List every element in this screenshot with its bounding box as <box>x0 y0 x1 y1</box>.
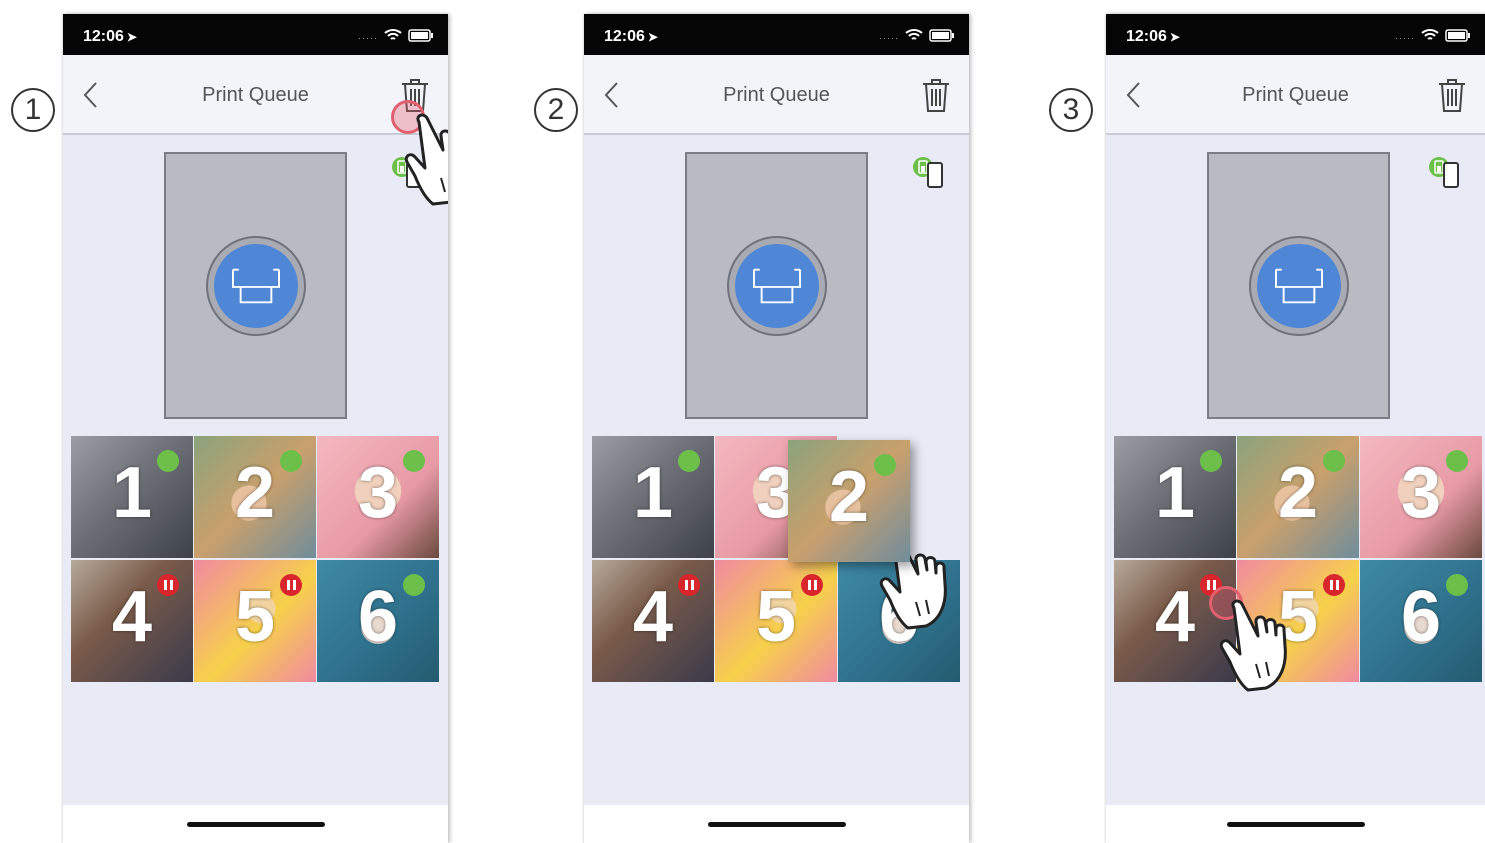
home-indicator <box>63 805 448 843</box>
signal-icon: ····· <box>1395 32 1415 43</box>
photo-tile-5[interactable]: 5 <box>194 560 316 682</box>
ready-status-icon <box>403 450 425 472</box>
photo-tile-1[interactable]: 1 <box>592 436 714 558</box>
photo-tile-4[interactable]: 4 <box>592 560 714 682</box>
page-title: Print Queue <box>202 84 309 106</box>
nav-bar: Print Queue <box>63 55 448 135</box>
photo-tile-2[interactable]: 2 <box>1237 436 1359 558</box>
home-indicator <box>1106 805 1485 843</box>
status-icons: ····· <box>879 28 955 47</box>
ready-status-icon <box>1323 450 1345 472</box>
ready-status-icon <box>874 454 896 476</box>
battery-status-icon <box>408 28 434 47</box>
step-badge-3: 3 <box>1049 88 1093 132</box>
pause-icon[interactable] <box>157 574 179 596</box>
ready-status-icon <box>157 450 179 472</box>
photo-tile-5[interactable]: 5 <box>1237 560 1359 682</box>
home-bar <box>707 822 846 827</box>
trash-icon[interactable] <box>1437 77 1467 113</box>
pause-icon[interactable] <box>1323 574 1345 596</box>
ready-status-icon <box>678 450 700 472</box>
photo-queue-grid: 123 456 <box>1114 436 1483 682</box>
home-bar <box>1226 822 1365 827</box>
photo-tile-3[interactable]: 3 <box>317 436 439 558</box>
tap-indicator <box>1209 586 1243 620</box>
ready-status-icon <box>1446 574 1468 596</box>
battery-status-icon <box>1445 28 1471 47</box>
print-button[interactable] <box>1249 236 1349 336</box>
signal-icon: ····· <box>358 32 378 43</box>
photo-tile-6[interactable]: 6 <box>1360 560 1482 682</box>
status-bar: 12:06 ➤ ····· <box>584 14 969 55</box>
print-preview-frame <box>164 152 347 419</box>
ready-status-icon <box>1446 450 1468 472</box>
printer-battery-icon <box>911 154 947 190</box>
photo-tile-6[interactable]: 6 <box>838 560 960 682</box>
step-badge-1: 1 <box>11 88 55 132</box>
photo-tile-3[interactable]: 3 <box>1360 436 1482 558</box>
print-preview-frame <box>685 152 868 419</box>
pause-icon[interactable] <box>678 574 700 596</box>
signal-icon: ····· <box>879 32 899 43</box>
photo-tile-5[interactable]: 5 <box>715 560 837 682</box>
ready-status-icon <box>403 574 425 596</box>
page-title: Print Queue <box>723 84 830 106</box>
status-time: 12:06 ➤ <box>83 28 137 45</box>
photo-queue-grid: 123 456 <box>71 436 440 682</box>
location-arrow-icon: ➤ <box>126 30 137 44</box>
print-preview-frame <box>1207 152 1390 419</box>
trash-icon[interactable] <box>921 77 951 113</box>
printer-icon <box>735 244 819 328</box>
phone-screen-step-3: 12:06 ➤ ····· Print Queue 1 2 3 4 5 6 <box>1106 14 1485 843</box>
printer-battery-icon <box>390 154 426 190</box>
status-icons: ····· <box>358 28 434 47</box>
print-button[interactable] <box>727 236 827 336</box>
photo-tile-1[interactable]: 1 <box>71 436 193 558</box>
status-bar: 12:06 ➤ ····· <box>1106 14 1485 55</box>
pause-icon[interactable] <box>280 574 302 596</box>
photo-tile-6[interactable]: 6 <box>317 560 439 682</box>
print-button[interactable] <box>206 236 306 336</box>
home-bar <box>186 822 325 827</box>
tap-indicator <box>391 100 425 134</box>
status-time: 12:06 ➤ <box>604 28 658 45</box>
phone-screen-step-2: 12:06 ➤ ····· Print Queue 1 3 2 4 5 6 <box>584 14 969 843</box>
ready-status-icon <box>280 450 302 472</box>
nav-bar: Print Queue <box>584 55 969 135</box>
ready-status-icon <box>924 574 946 596</box>
wifi-icon <box>905 28 923 47</box>
photo-tile-2[interactable]: 2 <box>788 440 910 562</box>
photo-tile-2[interactable]: 2 <box>194 436 316 558</box>
location-arrow-icon: ➤ <box>1169 30 1180 44</box>
photo-tile-1[interactable]: 1 <box>1114 436 1236 558</box>
ready-status-icon <box>1200 450 1222 472</box>
status-bar: 12:06 ➤ ····· <box>63 14 448 55</box>
status-time: 12:06 ➤ <box>1126 28 1180 45</box>
photo-tile-4[interactable]: 4 <box>71 560 193 682</box>
printer-icon <box>214 244 298 328</box>
printer-battery-icon <box>1427 154 1463 190</box>
status-icons: ····· <box>1395 28 1471 47</box>
wifi-icon <box>1421 28 1439 47</box>
nav-bar: Print Queue <box>1106 55 1485 135</box>
step-badge-2: 2 <box>534 88 578 132</box>
photo-queue-grid: 132456 <box>592 436 961 682</box>
battery-status-icon <box>929 28 955 47</box>
photo-tile-4[interactable]: 4 <box>1114 560 1236 682</box>
wifi-icon <box>384 28 402 47</box>
location-arrow-icon: ➤ <box>647 30 658 44</box>
home-indicator <box>584 805 969 843</box>
pause-icon[interactable] <box>801 574 823 596</box>
printer-icon <box>1257 244 1341 328</box>
phone-screen-step-1: 12:06 ➤ ····· Print Queue 1 2 3 4 5 6 <box>63 14 448 843</box>
page-title: Print Queue <box>1242 84 1349 106</box>
